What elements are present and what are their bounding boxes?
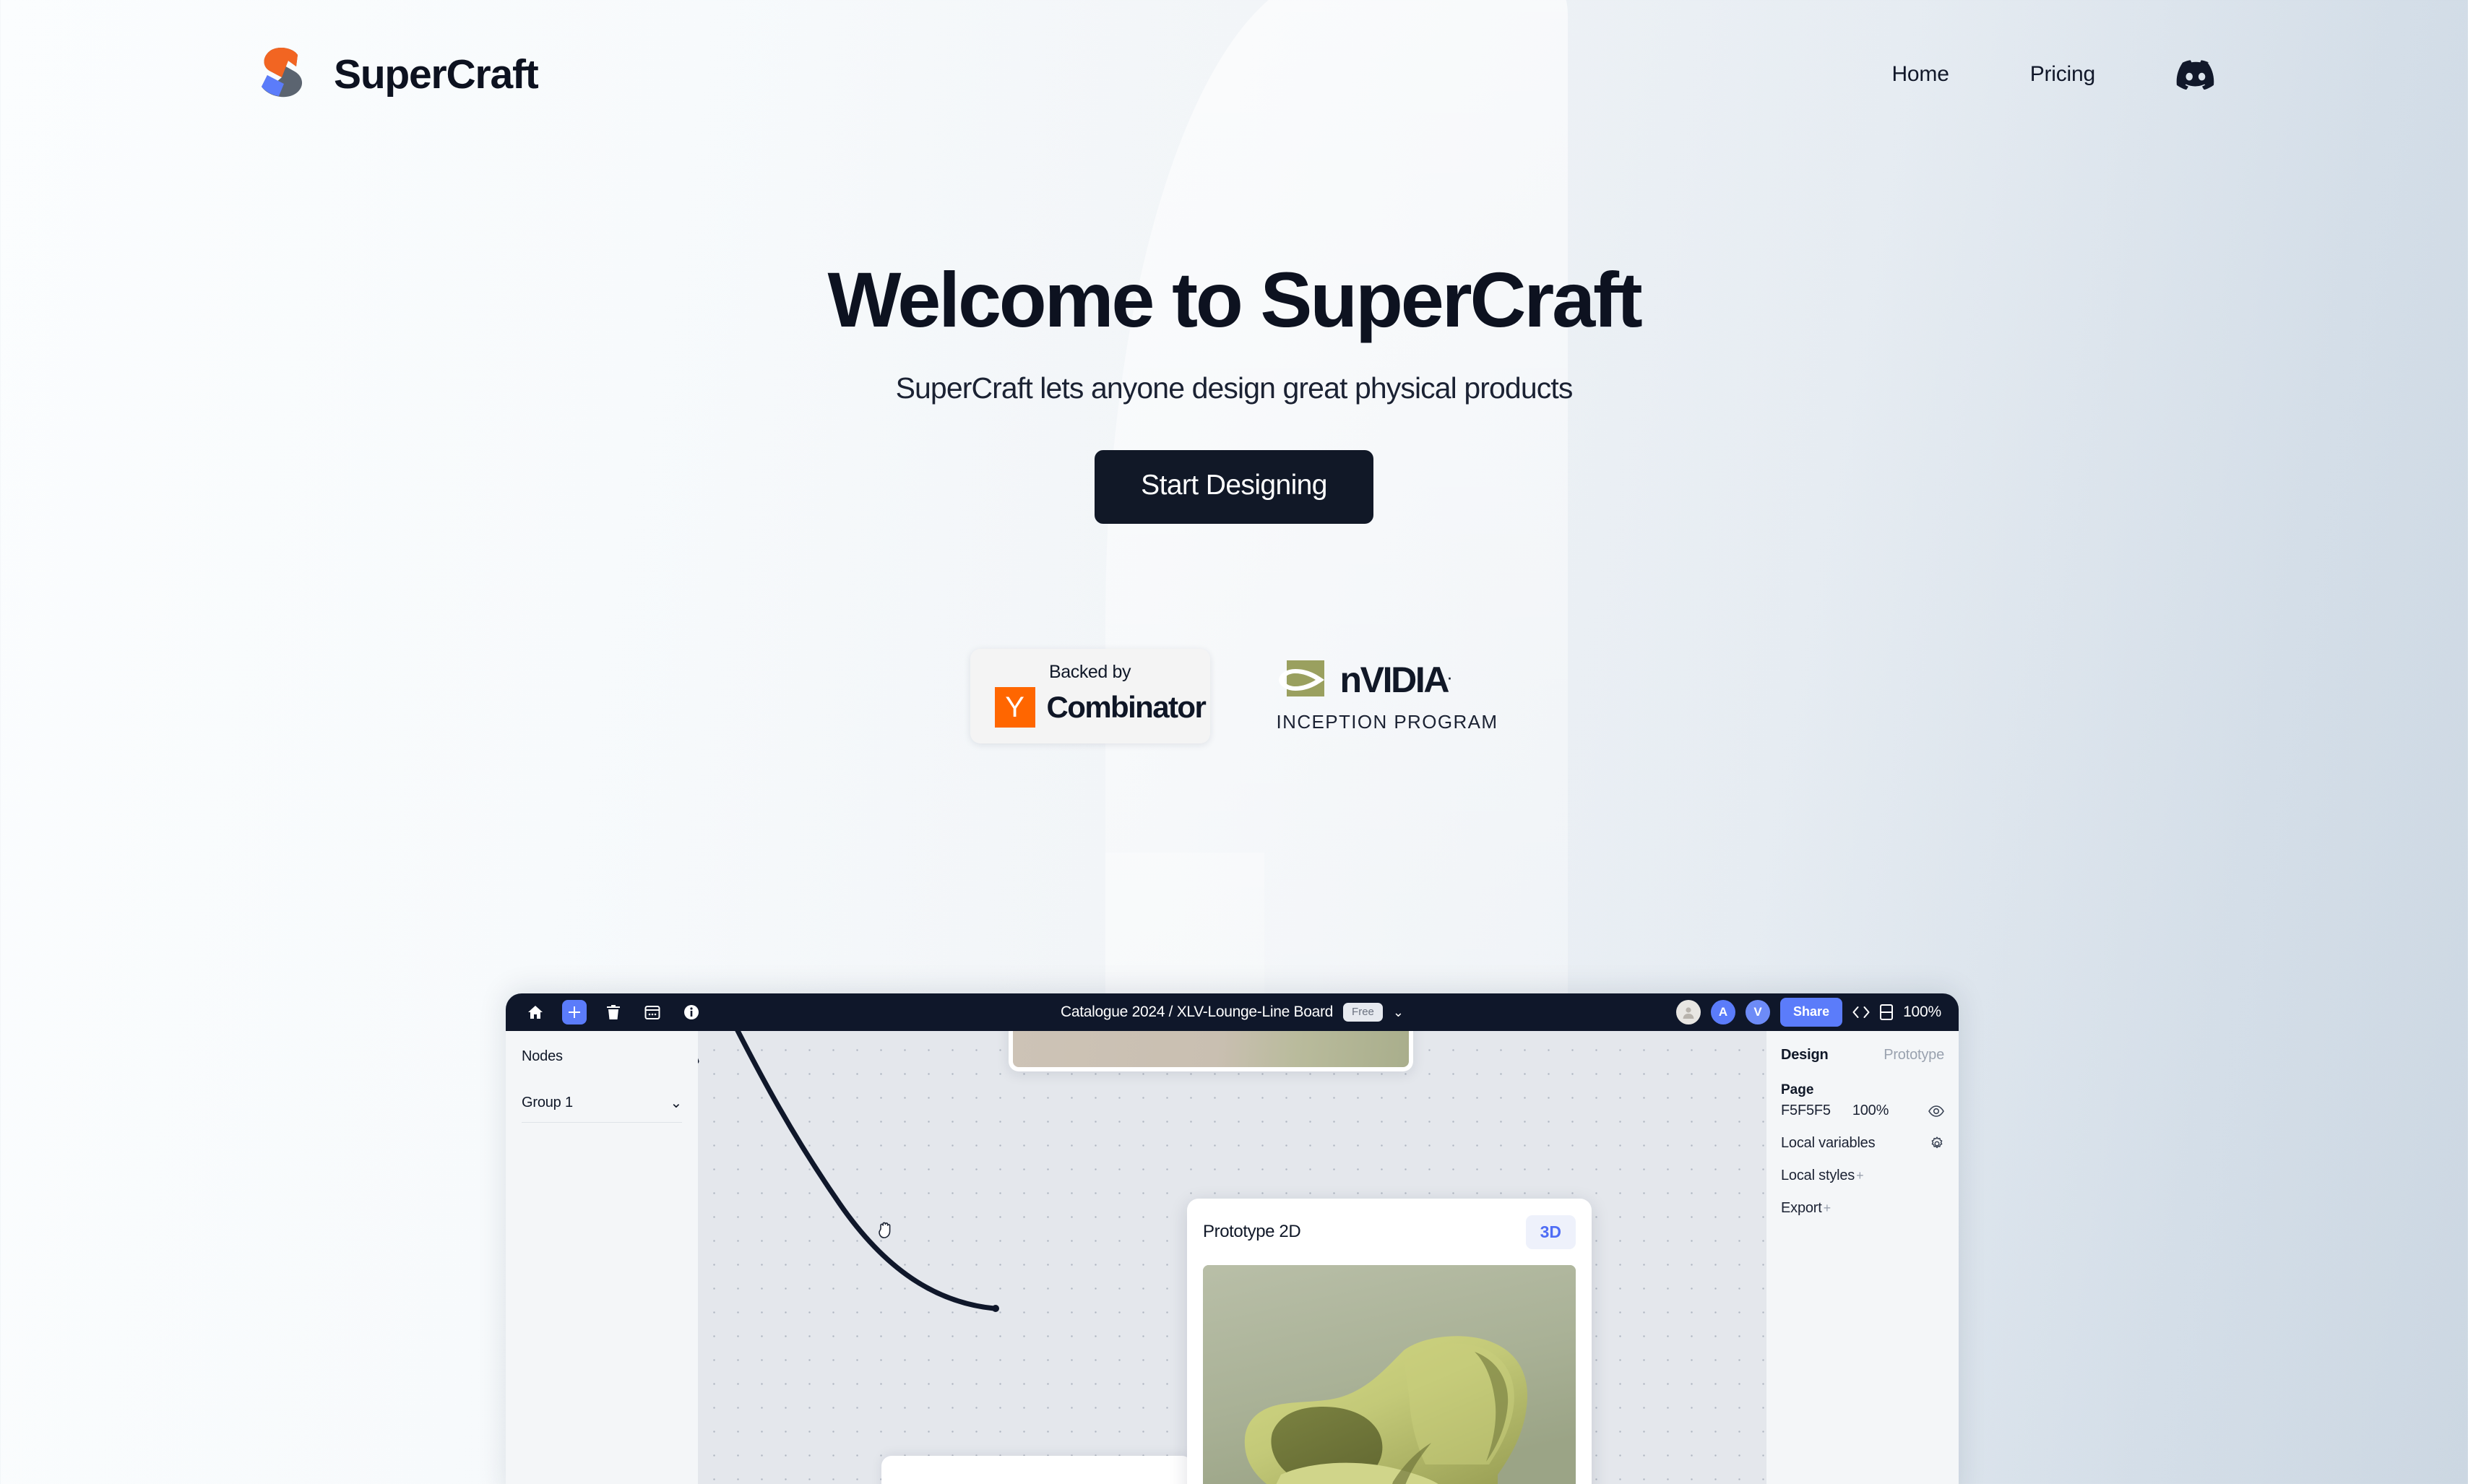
main-navigation: Home Pricing	[1891, 59, 2215, 90]
sidebar-item-group-1[interactable]: Group 1 ⌄	[522, 1094, 682, 1123]
nvidia-eye-icon	[1278, 660, 1324, 696]
panel-local-styles-row[interactable]: Local styles +	[1781, 1168, 1944, 1184]
zoom-level[interactable]: 100%	[1903, 1004, 1941, 1021]
backer-badges: Backed by Y Combinator nVIDIA. INCEPTION…	[0, 649, 2468, 743]
grab-hand-cursor	[877, 1220, 894, 1244]
prototype-card-header: Prototype 2D 3D	[1187, 1199, 1592, 1265]
supercraft-s-logo-icon	[262, 47, 303, 97]
app-mockup-window: Catalogue 2024 / XLV-Lounge-Line Board F…	[506, 993, 1959, 1484]
clipped-top-card-image	[1013, 1031, 1409, 1067]
nav-link-home[interactable]: Home	[1891, 62, 1949, 87]
add-icon[interactable]	[562, 1000, 587, 1024]
nvidia-logo-row: nVIDIA.	[1277, 659, 1498, 701]
panel-page-label: Page	[1781, 1082, 1814, 1097]
export-label: Export	[1781, 1200, 1822, 1216]
chevron-down-icon: ⌄	[670, 1095, 682, 1111]
design-canvas[interactable]: Prototype 2D 3D	[698, 1031, 1766, 1484]
sidebar-item-label: Group 1	[522, 1095, 573, 1110]
yc-logo-row: Y Combinator	[994, 687, 1207, 728]
app-toolbar: Catalogue 2024 / XLV-Lounge-Line Board F…	[506, 993, 1959, 1031]
clipped-bottom-card[interactable]	[881, 1456, 1192, 1484]
toolbar-left-group	[523, 1000, 704, 1024]
calendar-icon[interactable]	[640, 1000, 665, 1024]
tab-prototype[interactable]: Prototype	[1884, 1047, 1944, 1064]
eye-icon[interactable]	[1928, 1105, 1944, 1117]
sidebar-title: Nodes	[522, 1048, 563, 1064]
guest-avatar[interactable]	[1676, 1000, 1701, 1024]
breadcrumb: Catalogue 2024 / XLV-Lounge-Line Board	[1061, 1004, 1334, 1020]
yc-square-icon: Y	[994, 687, 1035, 728]
avatar-v[interactable]: V	[1746, 1000, 1771, 1024]
hero-subtitle: SuperCraft lets anyone design great phys…	[895, 371, 1574, 405]
panel-page-row: F5F5F5 100%	[1781, 1103, 1944, 1119]
start-designing-button[interactable]: Start Designing	[1095, 449, 1373, 524]
yc-wordmark: Combinator	[1046, 690, 1207, 724]
nvidia-inception-badge[interactable]: nVIDIA. INCEPTION PROGRAM	[1277, 659, 1498, 733]
page-color-value[interactable]: F5F5F5	[1781, 1103, 1831, 1119]
panel-toggle-icon[interactable]	[1880, 1004, 1894, 1020]
yc-backed-by-label: Backed by	[1048, 662, 1131, 682]
nav-link-pricing[interactable]: Pricing	[2030, 62, 2096, 87]
design-panel: Design Prototype Page F5F5F5 100% Local …	[1766, 1031, 1959, 1484]
trash-icon[interactable]	[601, 1000, 626, 1024]
clipped-top-card[interactable]	[1009, 1031, 1413, 1071]
tab-design[interactable]: Design	[1781, 1047, 1829, 1064]
lounge-chair-illustration	[1203, 1265, 1576, 1484]
hero-section: Welcome to SuperCraft SuperCraft lets an…	[0, 256, 2468, 524]
nvidia-registered-mark: .	[1448, 668, 1451, 683]
prototype-card-title: Prototype 2D	[1203, 1222, 1301, 1241]
add-export-plus-icon[interactable]: +	[1824, 1201, 1831, 1216]
brand-logo[interactable]: SuperCraft	[260, 46, 539, 103]
local-styles-label: Local styles	[1781, 1168, 1855, 1183]
panel-tabs: Design Prototype	[1781, 1047, 1944, 1064]
toolbar-right-group: A V Share 100%	[1676, 998, 1941, 1027]
add-style-plus-icon[interactable]: +	[1856, 1168, 1864, 1183]
local-variables-label: Local variables	[1781, 1135, 1876, 1151]
nvidia-program-label: INCEPTION PROGRAM	[1276, 711, 1498, 733]
toggle-3d-button[interactable]: 3D	[1525, 1215, 1576, 1249]
code-brackets-icon[interactable]	[1852, 1006, 1870, 1019]
panel-local-variables-row[interactable]: Local variables	[1781, 1135, 1944, 1152]
y-combinator-badge[interactable]: Backed by Y Combinator	[970, 649, 1210, 743]
plan-badge[interactable]: Free	[1343, 1003, 1383, 1022]
brand-name: SuperCraft	[334, 51, 539, 98]
avatar-a[interactable]: A	[1711, 1000, 1736, 1024]
prototype-card-image	[1203, 1265, 1576, 1484]
app-body: Nodes Group 1 ⌄ Prototype 2D 3D Design P…	[506, 1031, 1959, 1484]
chevron-down-icon[interactable]: ⌄	[1393, 1005, 1404, 1020]
share-button[interactable]: Share	[1780, 998, 1843, 1027]
page-opacity-value[interactable]: 100%	[1852, 1103, 1889, 1119]
page-title: Welcome to SuperCraft	[827, 256, 1642, 343]
nvidia-wordmark: nVIDIA.	[1339, 660, 1451, 700]
nodes-sidebar: Nodes Group 1 ⌄	[506, 1031, 698, 1484]
gear-icon[interactable]	[1930, 1136, 1944, 1151]
site-header: SuperCraft Home Pricing	[0, 0, 2468, 148]
cta-container: Start Designing	[0, 449, 2468, 524]
panel-export-row[interactable]: Export +	[1781, 1200, 1944, 1217]
discord-icon	[2176, 59, 2214, 90]
discord-link[interactable]	[2176, 59, 2215, 90]
prototype-2d-card[interactable]: Prototype 2D 3D	[1187, 1199, 1592, 1484]
info-icon[interactable]	[679, 1000, 704, 1024]
home-icon[interactable]	[523, 1000, 548, 1024]
